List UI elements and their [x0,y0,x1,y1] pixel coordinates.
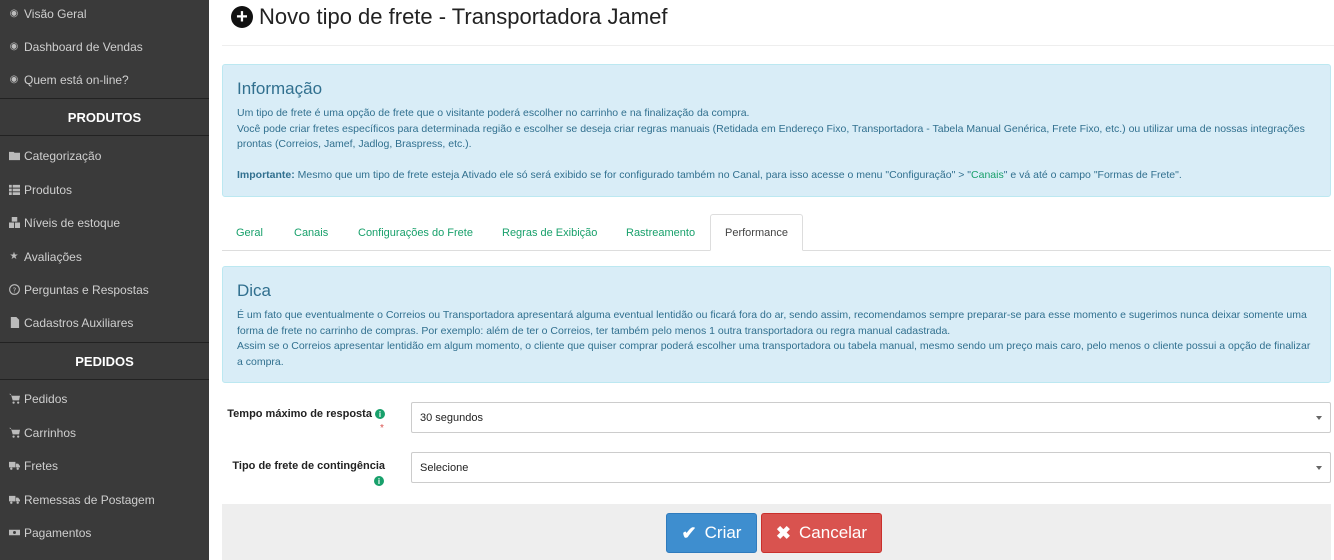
tip-heading: Dica [237,281,272,300]
tab-canais[interactable]: Canais [294,214,328,251]
info-heading: Informação [237,79,323,98]
sidebar-item-fretes[interactable]: Fretes [0,449,209,482]
list-icon [8,184,20,196]
title-divider [222,45,1334,46]
sidebar-item-cadastros-auxiliares[interactable]: Cadastros Auxiliares [0,306,209,339]
question-icon: ? [8,284,20,296]
important-text-a: Mesmo que um tipo de frete esteja Ativad… [294,168,972,181]
folder-icon [8,150,20,162]
fallback-value: Selecione [420,461,469,474]
cancel-button[interactable]: ✖ Cancelar [761,513,882,553]
tip-line-1: É um fato que eventualmente o Correios o… [237,309,1307,337]
max-time-label: Tempo máximo de resposta i [227,408,385,420]
dashboard-icon: ◉ [9,74,19,85]
sidebar-item-label: Avaliações [24,249,82,264]
sidebar-item-dashboard-vendas[interactable]: ◉ Dashboard de Vendas [0,30,209,63]
sidebar-item-label: Fretes [24,458,59,473]
dashboard-icon: ◉ [9,8,19,19]
sidebar-item-quem-esta-online[interactable]: ◉ Quem está on-line? [0,63,209,96]
cubes-icon [8,217,20,229]
create-button-label: Criar [704,523,742,542]
sidebar-item-produtos[interactable]: Produtos [0,173,209,206]
info-alert: Informação Um tipo de frete é uma opção … [222,64,1331,197]
chevron-down-icon [1316,416,1322,420]
star-icon: ★ [9,251,19,262]
sidebar-item-remessas-postagem[interactable]: Remessas de Postagem [0,483,209,516]
plus-circle-icon: + [231,6,253,28]
file-icon [8,317,20,329]
sidebar-item-label: Pedidos [24,391,68,406]
svg-text:?: ? [12,285,16,294]
important-label: Importante: [237,168,295,181]
tab-performance[interactable]: Performance [710,214,803,251]
sidebar-item-label: Remessas de Postagem [24,492,155,507]
page-title: + Novo tipo de frete - Transportadora Ja… [231,2,667,32]
form-footer: ✔ Criar ✖ Cancelar [222,504,1331,560]
sidebar-item-label: Dashboard de Vendas [24,39,143,54]
sidebar-item-pedidos[interactable]: Pedidos [0,382,209,415]
sidebar-item-label: Quem está on-line? [24,72,129,87]
sidebar-section-produtos: PRODUTOS [0,98,209,136]
sidebar-section-pedidos: PEDIDOS [0,342,209,380]
sidebar-item-label: Pagamentos [24,525,92,540]
tab-regras-exibicao[interactable]: Regras de Exibição [502,214,597,251]
info-line-2: Você pode criar fretes específicos para … [237,122,1305,151]
sidebar-item-visao-geral[interactable]: ◉ Visão Geral [0,0,209,30]
sidebar-item-pagamentos[interactable]: Pagamentos [0,516,209,549]
info-icon[interactable]: i [375,409,385,420]
tab-configuracoes-frete[interactable]: Configurações do Frete [358,214,473,251]
sidebar-item-label: Produtos [24,182,73,197]
sidebar-item-label: Perguntas e Respostas [24,282,149,297]
sidebar-item-label: Categorização [24,148,102,163]
dashboard-icon: ◉ [9,41,19,52]
truck-icon [8,494,20,506]
sidebar-item-label: Cadastros Auxiliares [24,315,134,330]
sidebar-item-perguntas-respostas[interactable]: ? Perguntas e Respostas [0,273,209,306]
tab-geral[interactable]: Geral [236,214,263,251]
required-mark: * [380,423,384,434]
cart-icon [8,393,20,405]
sidebar-item-categorizacao[interactable]: Categorização [0,139,209,172]
fallback-label: Tipo de frete de contingência [227,460,385,472]
sidebar-item-avaliacoes[interactable]: ★ Avaliações [0,240,209,273]
main-content: + Novo tipo de frete - Transportadora Ja… [209,0,1334,560]
tip-alert: Dica É um fato que eventualmente o Corre… [222,266,1331,383]
fallback-select[interactable]: Selecione [411,452,1331,483]
sidebar-item-label: Níveis de estoque [24,215,121,230]
tip-line-2: Assim se o Correios apresentar lentidão … [237,340,1311,368]
sidebar: ◉ Visão Geral ◉ Dashboard de Vendas ◉ Qu… [0,0,209,560]
max-time-value: 30 segundos [420,411,483,424]
info-line-1: Um tipo de frete é uma opção de frete qu… [237,107,750,119]
fallback-label-text: Tipo de frete de contingência [232,460,385,472]
important-text-b: " e vá até o campo "Formas de Frete". [1003,168,1182,181]
truck-icon [8,460,20,472]
info-important: Importante: Mesmo que um tipo de frete e… [237,168,1316,184]
check-icon: ✔ [681,522,697,543]
sidebar-item-carrinhos[interactable]: Carrinhos [0,416,209,449]
create-button[interactable]: ✔ Criar [666,513,757,553]
max-time-label-text: Tempo máximo de resposta [227,408,372,420]
close-icon: ✖ [775,522,792,543]
page-title-text: Novo tipo de frete - Transportadora Jame… [259,4,668,29]
sidebar-item-niveis-estoque[interactable]: Níveis de estoque [0,206,209,239]
money-icon [8,527,20,539]
sidebar-item-label: Visão Geral [24,6,87,21]
chevron-down-icon [1316,466,1322,470]
sidebar-item-label: Carrinhos [24,425,77,440]
tab-bar: Geral Canais Configurações do Frete Regr… [222,214,1331,251]
max-time-select[interactable]: 30 segundos [411,402,1331,433]
info-icon[interactable]: i [374,476,384,486]
cart-icon [8,427,20,439]
tab-rastreamento[interactable]: Rastreamento [626,214,695,251]
cancel-button-label: Cancelar [799,523,868,542]
canais-link[interactable]: Canais [971,169,1004,181]
